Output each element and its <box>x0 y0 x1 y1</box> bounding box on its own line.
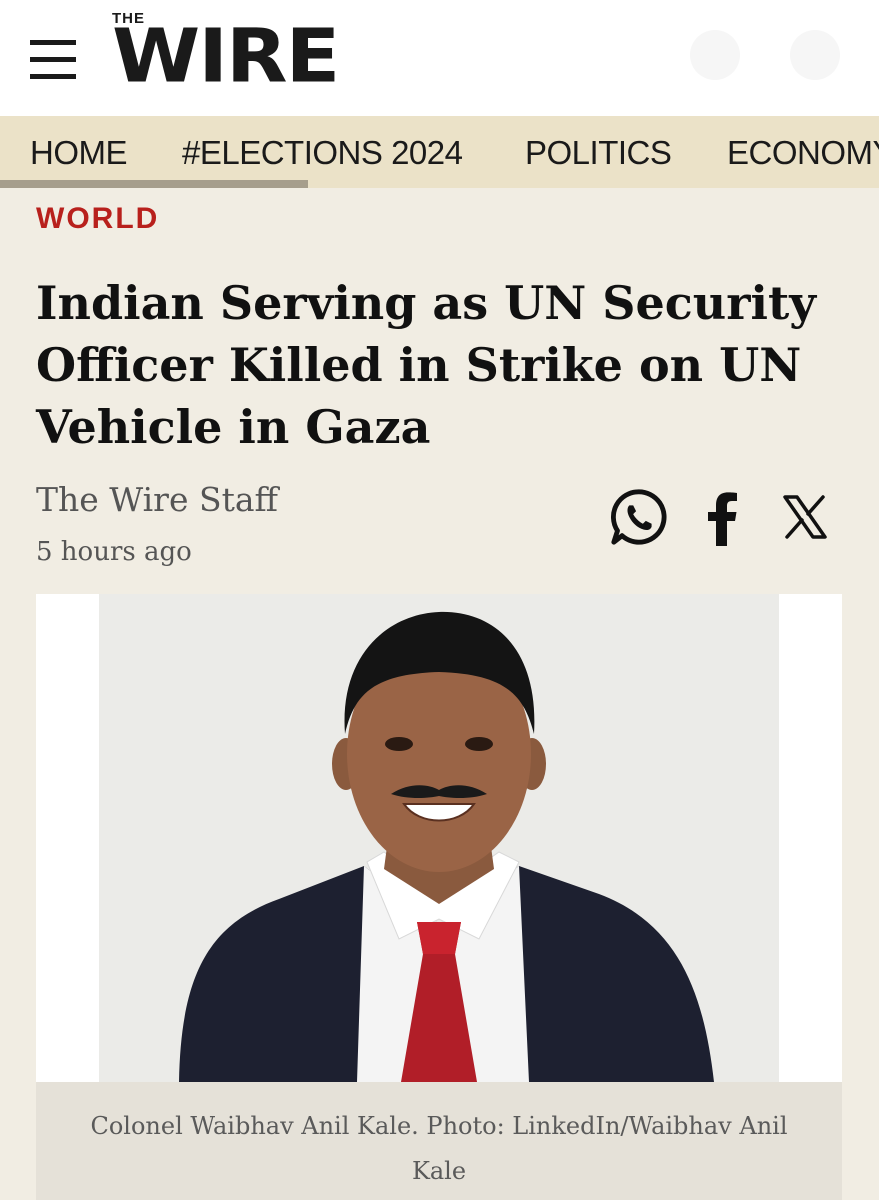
article-category[interactable]: WORLD <box>36 202 159 236</box>
article-headline: Indian Serving as UN Security Officer Ki… <box>36 276 816 454</box>
nav-scroll-indicator <box>0 180 308 188</box>
whatsapp-icon[interactable] <box>608 486 670 548</box>
site-header: THE WIRE <box>0 0 879 116</box>
article-timestamp: 5 hours ago <box>36 537 192 567</box>
article-author[interactable]: The Wire Staff <box>36 480 278 519</box>
nav-item-elections-2024[interactable]: #ELECTIONS 2024 <box>182 134 463 172</box>
portrait-photo <box>99 594 779 1082</box>
faded-header-icon <box>790 30 840 80</box>
x-icon[interactable] <box>782 494 828 540</box>
logo-wire-text: WIRE <box>112 13 340 100</box>
main-nav: HOME #ELECTIONS 2024 POLITICS ECONOMY <box>0 116 879 188</box>
hamburger-menu-icon[interactable] <box>30 40 76 80</box>
facebook-icon[interactable] <box>700 490 744 546</box>
photo-caption: Colonel Waibhav Anil Kale. Photo: Linked… <box>36 1082 842 1200</box>
faded-header-icon <box>690 30 740 80</box>
nav-item-economy[interactable]: ECONOMY <box>727 134 879 172</box>
article-photo[interactable] <box>36 594 842 1082</box>
nav-item-home[interactable]: HOME <box>30 134 128 172</box>
nav-item-politics[interactable]: POLITICS <box>525 134 672 172</box>
